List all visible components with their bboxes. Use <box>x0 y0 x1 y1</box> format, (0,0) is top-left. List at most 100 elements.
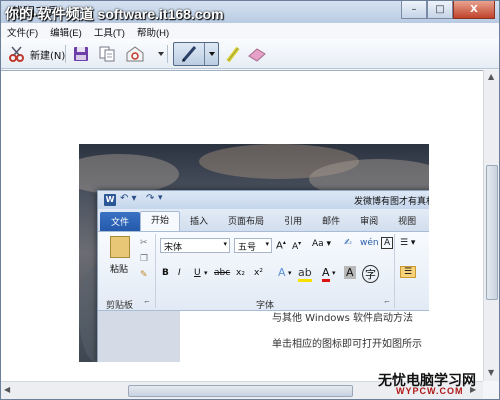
copy-button[interactable] <box>97 42 117 66</box>
minimize-button[interactable]: – <box>401 1 427 19</box>
align-left-button: ☰ <box>400 266 417 278</box>
character-shading-button: A <box>344 266 356 279</box>
vertical-scrollbar[interactable]: ▲ ▼ <box>483 70 499 381</box>
undo-icon: ↶ ▾ <box>120 193 137 204</box>
scroll-left-icon[interactable]: ◀ <box>4 385 10 394</box>
menu-edit[interactable]: 编辑(E) <box>44 23 88 39</box>
new-snip-label: 新建(N) <box>30 50 66 62</box>
clear-format-icon: ✍ <box>344 238 352 248</box>
word-page: 与其他 Windows 软件启动方法 单击相应的图标即可打开如图所示 <box>180 311 429 362</box>
word-tab-mailings: 邮件 <box>322 217 341 227</box>
menu-tools[interactable]: 工具(T) <box>88 23 131 39</box>
italic-button: I <box>178 268 181 278</box>
send-email-button[interactable] <box>125 42 145 66</box>
chevron-down-icon: ▾ <box>265 240 269 248</box>
font-color-button: A <box>322 266 330 282</box>
watermark-bottom-url: WYPCW.COM <box>396 386 464 396</box>
chevron-down-icon: ▾ <box>223 240 227 248</box>
chevron-down-icon: ▾ <box>204 269 208 277</box>
save-button[interactable] <box>71 42 91 66</box>
word-tab-home: 开始 <box>140 211 181 231</box>
change-case-label: Aa <box>312 239 324 249</box>
toolbar-separator <box>167 45 168 63</box>
format-painter-icon: ✎ <box>140 270 148 280</box>
paste-icon <box>110 236 130 258</box>
dropdown-arrow-icon <box>151 44 171 64</box>
scroll-down-icon[interactable]: ▼ <box>488 368 494 377</box>
underline-button: U <box>194 268 201 278</box>
word-tab-file: 文件 <box>100 212 141 231</box>
chevron-down-icon: ▾ <box>288 269 292 277</box>
menu-help[interactable]: 帮助(H) <box>131 23 175 39</box>
word-tab-references: 引用 <box>284 217 303 227</box>
copy-icon <box>97 44 117 64</box>
strikethrough-button: abc <box>214 268 231 278</box>
cut-icon: ✂ <box>140 238 148 248</box>
highlight-color-button: ab <box>298 266 312 282</box>
menu-file[interactable]: 文件(F) <box>1 23 44 39</box>
word-doc-title: 发微博有图才有真相 <box>354 197 429 207</box>
copy-small-icon: ❐ <box>140 254 149 264</box>
close-button[interactable]: X <box>453 1 495 19</box>
doc-line-1: 与其他 Windows 软件启动方法 <box>272 313 413 324</box>
toolbar-separator <box>65 45 66 63</box>
snipping-tool-window: 截图工具 你的·软件频道 software.it168.com – □ X 文件… <box>0 0 500 400</box>
pen-button[interactable] <box>173 42 219 66</box>
grow-font-button: A▴ <box>276 239 286 252</box>
dialog-launcher-icon: ⌐ <box>144 298 150 306</box>
clipboard-group-label: 剪贴板 <box>106 301 134 311</box>
pen-icon <box>174 44 204 64</box>
word-tab-layout: 页面布局 <box>228 217 265 227</box>
font-name-combo: 宋体 ▾ <box>160 238 230 253</box>
word-tab-view: 视图 <box>398 217 417 227</box>
cloud-shape <box>79 154 179 194</box>
group-divider <box>394 234 395 308</box>
group-divider <box>155 234 156 308</box>
redo-icon: ↷ <box>146 193 155 204</box>
title-bar[interactable]: 截图工具 你的·软件频道 software.it168.com – □ X <box>1 1 499 23</box>
bold-button: B <box>162 268 169 278</box>
snip-image: W ↶ ▾ ↷ ▾ 发微博有图才有真相 文件 开始 插入 页面布局 引用 邮件 … <box>79 144 429 362</box>
word-logo: W <box>104 194 116 206</box>
subscript-button: x₂ <box>236 268 245 278</box>
pen-dropdown-icon[interactable] <box>204 43 218 65</box>
doc-line-2: 单击相应的图标即可打开如图所示 <box>272 339 422 350</box>
save-icon <box>71 44 91 64</box>
font-size-value: 五号 <box>238 243 257 253</box>
word-title-bar: W ↶ ▾ ↷ ▾ 发微博有图才有真相 <box>98 191 429 209</box>
watermark-top: 你的·软件频道 software.it168.com <box>5 6 224 22</box>
font-name-value: 宋体 <box>164 243 183 253</box>
scroll-up-icon[interactable]: ▲ <box>488 72 494 81</box>
send-email-icon <box>125 44 145 64</box>
word-ribbon-tabs: 文件 开始 插入 页面布局 引用 邮件 审阅 视图 <box>98 209 429 231</box>
new-snip-button[interactable]: 新建(N) <box>7 42 65 66</box>
paste-label: 粘贴 <box>110 265 129 275</box>
horizontal-scroll-thumb[interactable] <box>128 385 353 397</box>
word-tab-insert: 插入 <box>190 217 209 227</box>
window-controls: – □ X <box>401 1 495 19</box>
character-border-button: A <box>381 237 394 249</box>
quick-access-dropdown-icon: ▾ <box>158 193 163 203</box>
word-tab-review: 审阅 <box>360 217 379 227</box>
text-effects-button: A <box>278 266 286 279</box>
highlighter-button[interactable] <box>223 42 243 66</box>
phonetic-guide-button: wén <box>360 238 379 248</box>
send-dropdown-button[interactable] <box>151 42 171 66</box>
enclose-characters-button: 字 <box>362 265 379 283</box>
highlighter-icon <box>223 44 243 64</box>
superscript-button: x² <box>254 268 263 278</box>
maximize-button[interactable]: □ <box>427 1 453 19</box>
word-ribbon: 粘贴 ✂ ❐ ✎ 剪贴板 ⌐ 宋体 ▾ 五号 ▾ A▴ A▾ Aa ▾ ✍ wén … <box>98 231 429 311</box>
dialog-launcher-icon: ⌐ <box>384 298 390 306</box>
shrink-font-button: A▾ <box>292 240 302 252</box>
chevron-down-icon: ▾ <box>332 269 336 277</box>
word-window: W ↶ ▾ ↷ ▾ 发微博有图才有真相 文件 开始 插入 页面布局 引用 邮件 … <box>97 190 429 362</box>
scissors-icon <box>7 44 27 64</box>
vertical-scroll-thumb[interactable] <box>486 165 498 300</box>
toolbar: 新建(N) <box>1 39 499 69</box>
font-size-combo: 五号 ▾ <box>234 238 272 253</box>
bullets-icon: ☰ ▾ <box>400 238 416 248</box>
word-document-area: 与其他 Windows 软件启动方法 单击相应的图标即可打开如图所示 <box>98 311 429 362</box>
grow-font-label: A <box>276 240 283 252</box>
eraser-button[interactable] <box>247 42 267 66</box>
